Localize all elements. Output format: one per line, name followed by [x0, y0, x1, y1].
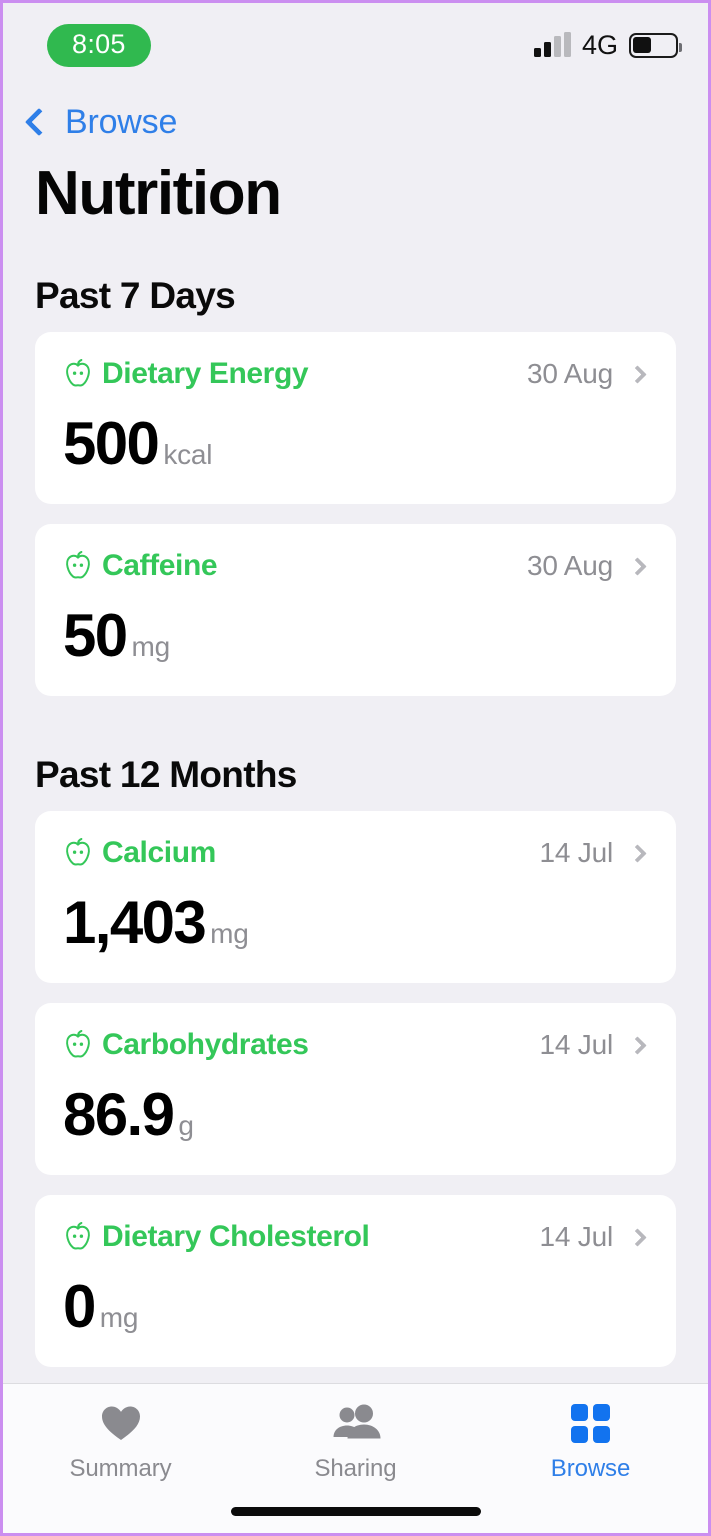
back-button[interactable]: Browse [3, 83, 708, 145]
metric-name: Dietary Cholesterol [102, 1222, 369, 1252]
card-title-group: Carbohydrates [63, 1029, 309, 1061]
metric-unit: g [178, 1110, 193, 1142]
home-indicator[interactable] [231, 1507, 481, 1516]
metric-card-carbohydrates[interactable]: Carbohydrates 14 Jul 86.9 g [35, 1003, 676, 1175]
metric-date: 14 Jul [539, 839, 613, 867]
apple-nutrition-icon [63, 837, 93, 869]
card-meta-group[interactable]: 14 Jul [539, 839, 648, 867]
metric-date: 30 Aug [527, 552, 613, 580]
metric-value: 500 [63, 414, 158, 474]
apple-nutrition-icon [63, 550, 93, 582]
network-type-label: 4G [582, 32, 618, 59]
apple-nutrition-icon [63, 1029, 93, 1061]
phone-screen: 8:05 4G Browse Nutrition Past 7 Days [0, 0, 711, 1536]
metric-name: Caffeine [102, 551, 217, 581]
tab-bar: Summary Sharing Browse [3, 1383, 708, 1533]
tab-label: Sharing [314, 1455, 396, 1483]
content-scroll-area[interactable]: Past 7 Days Dietary Energy 30 Aug [3, 277, 708, 1367]
apple-nutrition-icon [63, 358, 93, 390]
metric-name: Carbohydrates [102, 1030, 309, 1060]
metric-card-caffeine[interactable]: Caffeine 30 Aug 50 mg [35, 524, 676, 696]
metric-unit: mg [100, 1302, 139, 1334]
apple-nutrition-icon [63, 1221, 93, 1253]
metric-unit: mg [132, 631, 171, 663]
status-time-pill[interactable]: 8:05 [47, 24, 151, 67]
section-header: Past 7 Days [35, 277, 676, 314]
battery-icon [629, 33, 678, 58]
metric-value: 1,403 [63, 893, 205, 953]
card-header: Caffeine 30 Aug [63, 550, 648, 582]
status-bar: 8:05 4G [3, 3, 708, 83]
chevron-right-icon[interactable] [628, 557, 646, 575]
signal-bars-icon [534, 33, 571, 57]
page-title: Nutrition [3, 145, 708, 225]
chevron-right-icon[interactable] [628, 1036, 646, 1054]
card-header: Calcium 14 Jul [63, 837, 648, 869]
grid-icon [571, 1402, 610, 1444]
tab-summary[interactable]: Summary [3, 1384, 238, 1533]
metric-unit: kcal [163, 439, 212, 471]
metric-card-dietary-energy[interactable]: Dietary Energy 30 Aug 500 kcal [35, 332, 676, 504]
chevron-left-icon [25, 108, 53, 136]
metric-card-dietary-cholesterol[interactable]: Dietary Cholesterol 14 Jul 0 mg [35, 1195, 676, 1367]
metric-name: Calcium [102, 838, 216, 868]
metric-value-group: 50 mg [63, 606, 648, 666]
card-header: Carbohydrates 14 Jul [63, 1029, 648, 1061]
card-meta-group[interactable]: 30 Aug [527, 360, 648, 388]
metric-value-group: 0 mg [63, 1277, 648, 1337]
card-title-group: Calcium [63, 837, 216, 869]
tab-browse[interactable]: Browse [473, 1384, 708, 1533]
tab-label: Browse [551, 1455, 630, 1483]
metric-value: 0 [63, 1277, 95, 1337]
card-meta-group[interactable]: 14 Jul [539, 1223, 648, 1251]
metric-value: 86.9 [63, 1085, 173, 1145]
back-button-label: Browse [65, 105, 177, 139]
metric-unit: mg [210, 918, 249, 950]
chevron-right-icon[interactable] [628, 844, 646, 862]
metric-value-group: 1,403 mg [63, 893, 648, 953]
heart-icon [100, 1402, 142, 1444]
chevron-right-icon[interactable] [628, 365, 646, 383]
section-past-12-months: Past 12 Months Calcium 14 Jul [35, 756, 676, 1367]
tab-label: Summary [70, 1455, 172, 1483]
card-meta-group[interactable]: 14 Jul [539, 1031, 648, 1059]
chevron-right-icon[interactable] [628, 1228, 646, 1246]
card-title-group: Dietary Cholesterol [63, 1221, 369, 1253]
metric-date: 14 Jul [539, 1223, 613, 1251]
metric-card-calcium[interactable]: Calcium 14 Jul 1,403 mg [35, 811, 676, 983]
metric-name: Dietary Energy [102, 359, 308, 389]
status-indicators: 4G [534, 32, 678, 59]
metric-value-group: 86.9 g [63, 1085, 648, 1145]
card-meta-group[interactable]: 30 Aug [527, 552, 648, 580]
card-header: Dietary Energy 30 Aug [63, 358, 648, 390]
metric-date: 14 Jul [539, 1031, 613, 1059]
card-title-group: Caffeine [63, 550, 217, 582]
metric-value-group: 500 kcal [63, 414, 648, 474]
metric-date: 30 Aug [527, 360, 613, 388]
card-header: Dietary Cholesterol 14 Jul [63, 1221, 648, 1253]
section-header: Past 12 Months [35, 756, 676, 793]
card-title-group: Dietary Energy [63, 358, 308, 390]
section-past-7-days: Past 7 Days Dietary Energy 30 Aug [35, 277, 676, 696]
metric-value: 50 [63, 606, 127, 666]
people-icon [330, 1402, 382, 1444]
